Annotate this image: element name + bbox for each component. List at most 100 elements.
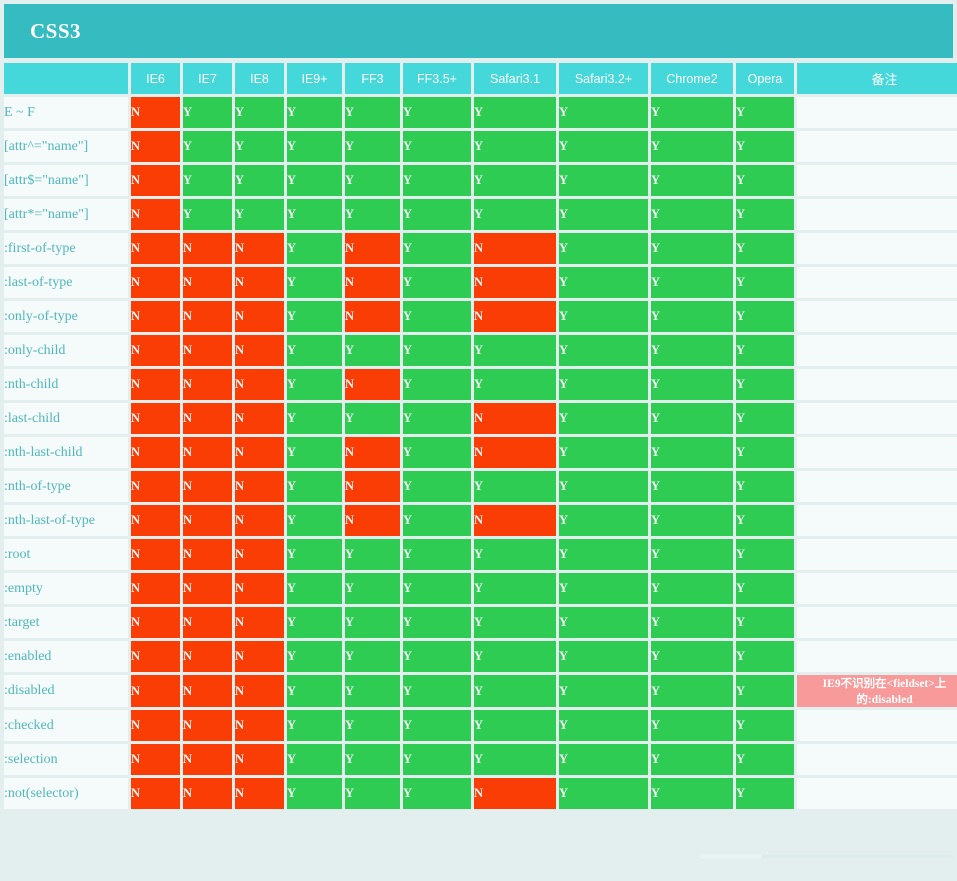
selector-name-cell: :nth-of-type (4, 471, 128, 502)
selector-name-cell: :empty (4, 573, 128, 604)
support-cell-chrome2: Y (651, 471, 733, 502)
support-cell-ie9: Y (287, 165, 342, 196)
support-cell-ie8: N (235, 437, 284, 468)
support-cell-ie7: Y (183, 97, 232, 128)
support-cell-safari32: Y (559, 675, 648, 707)
support-cell-ie8: N (235, 471, 284, 502)
support-cell-safari31: Y (474, 369, 556, 400)
support-cell-ff35: Y (403, 301, 471, 332)
note-cell-empty (797, 233, 957, 264)
support-cell-ie7: Y (183, 199, 232, 230)
support-cell-ie6: N (131, 199, 180, 230)
support-cell-chrome2: Y (651, 539, 733, 570)
support-cell-ff35: Y (403, 675, 471, 707)
support-cell-ie9: Y (287, 199, 342, 230)
support-cell-safari32: Y (559, 744, 648, 775)
support-cell-ie6: N (131, 573, 180, 604)
support-cell-safari32: Y (559, 539, 648, 570)
support-cell-ff3: N (345, 437, 400, 468)
page-root: CSS3 IE6 IE7 IE8 IE9+ FF3 FF3.5+ Safari3.1 Safa… (0, 0, 957, 881)
support-cell-safari32: Y (559, 641, 648, 672)
support-cell-ff3: Y (345, 710, 400, 741)
support-cell-chrome2: Y (651, 437, 733, 468)
support-cell-ie6: N (131, 778, 180, 809)
support-cell-ie9: Y (287, 607, 342, 638)
table-header-row: IE6 IE7 IE8 IE9+ FF3 FF3.5+ Safari3.1 Safari3.2… (4, 63, 957, 94)
note-cell-empty (797, 710, 957, 741)
support-cell-ie9: Y (287, 403, 342, 434)
support-cell-safari31: Y (474, 131, 556, 162)
selector-name-cell: :only-of-type (4, 301, 128, 332)
support-cell-safari32: Y (559, 710, 648, 741)
note-cell-empty (797, 539, 957, 570)
support-cell-opera: Y (736, 744, 794, 775)
scrollbar-thumb[interactable] (700, 854, 762, 859)
page-title: CSS3 (30, 18, 82, 43)
support-cell-opera: Y (736, 301, 794, 332)
selector-name-cell: :disabled (4, 675, 128, 707)
table-body: E ~ F N Y Y Y Y Y Y Y Y Y [attr^="name"] N Y Y Y Y Y Y Y Y Y[… (4, 97, 957, 809)
support-cell-ff3: Y (345, 778, 400, 809)
table-row: :not(selector) N N N Y Y Y N Y Y Y (4, 778, 957, 809)
support-cell-ie9: Y (287, 505, 342, 536)
column-header-note: 备注 (797, 63, 957, 94)
support-cell-safari31: N (474, 778, 556, 809)
note-cell-empty (797, 641, 957, 672)
table-row: E ~ FNYYYYYYYYY (4, 97, 957, 128)
support-cell-ie8: N (235, 301, 284, 332)
support-cell-ff3: Y (345, 199, 400, 230)
note-cell-empty (797, 369, 957, 400)
support-cell-opera: Y (736, 710, 794, 741)
support-cell-ie6: N (131, 539, 180, 570)
selector-name-cell: :checked (4, 710, 128, 741)
support-cell-ie8: N (235, 675, 284, 707)
support-cell-chrome2: Y (651, 710, 733, 741)
support-cell-opera: Y (736, 471, 794, 502)
column-header-chrome2: Chrome2 (651, 63, 733, 94)
table-row: :nth-last-of-type N N N Y N Y N Y Y Y (4, 505, 957, 536)
support-cell-safari31: Y (474, 744, 556, 775)
selector-name-cell: [attr*="name"] (4, 199, 128, 230)
support-cell-ie7: N (183, 573, 232, 604)
support-cell-ie6: N (131, 97, 180, 128)
support-cell-ie9: Y (287, 471, 342, 502)
support-cell-safari32: Y (559, 233, 648, 264)
support-cell-safari31: Y (474, 573, 556, 604)
support-cell-ie9: Y (287, 97, 342, 128)
note-cell-empty (797, 131, 957, 162)
support-cell-ie9: Y (287, 437, 342, 468)
support-cell-ie9: Y (287, 573, 342, 604)
support-cell-chrome2: Y (651, 641, 733, 672)
support-cell-ie7: N (183, 539, 232, 570)
support-cell-ie7: N (183, 471, 232, 502)
support-cell-ie6: N (131, 437, 180, 468)
support-cell-ff3: Y (345, 131, 400, 162)
scrollbar-track[interactable] (762, 855, 954, 858)
note-cell-filled: IE9不识别在<fieldset>上的:disabled (797, 675, 957, 707)
note-cell-empty (797, 97, 957, 128)
selector-name-cell: :nth-last-of-type (4, 505, 128, 536)
table-row: :first-of-type N N N Y N Y N Y Y Y (4, 233, 957, 264)
table-row: :selection N N N Y Y Y Y Y Y Y (4, 744, 957, 775)
support-cell-chrome2: Y (651, 607, 733, 638)
horizontal-scrollbar[interactable] (700, 854, 954, 861)
column-header-ie9: IE9+ (287, 63, 342, 94)
support-cell-ie7: N (183, 437, 232, 468)
note-cell-empty (797, 505, 957, 536)
note-cell-empty (797, 335, 957, 366)
support-cell-ie8: Y (235, 97, 284, 128)
support-cell-chrome2: Y (651, 97, 733, 128)
support-cell-ie8: Y (235, 199, 284, 230)
support-cell-ff3: Y (345, 744, 400, 775)
support-cell-opera: Y (736, 573, 794, 604)
support-cell-opera: Y (736, 131, 794, 162)
support-cell-safari32: Y (559, 335, 648, 366)
support-cell-ie6: N (131, 369, 180, 400)
support-cell-chrome2: Y (651, 233, 733, 264)
support-cell-ff3: N (345, 505, 400, 536)
selector-name-cell: :selection (4, 744, 128, 775)
support-cell-ff35: Y (403, 267, 471, 298)
support-cell-ie6: N (131, 641, 180, 672)
table-row: :only-child N N N Y Y Y Y Y Y Y (4, 335, 957, 366)
support-cell-opera: Y (736, 199, 794, 230)
